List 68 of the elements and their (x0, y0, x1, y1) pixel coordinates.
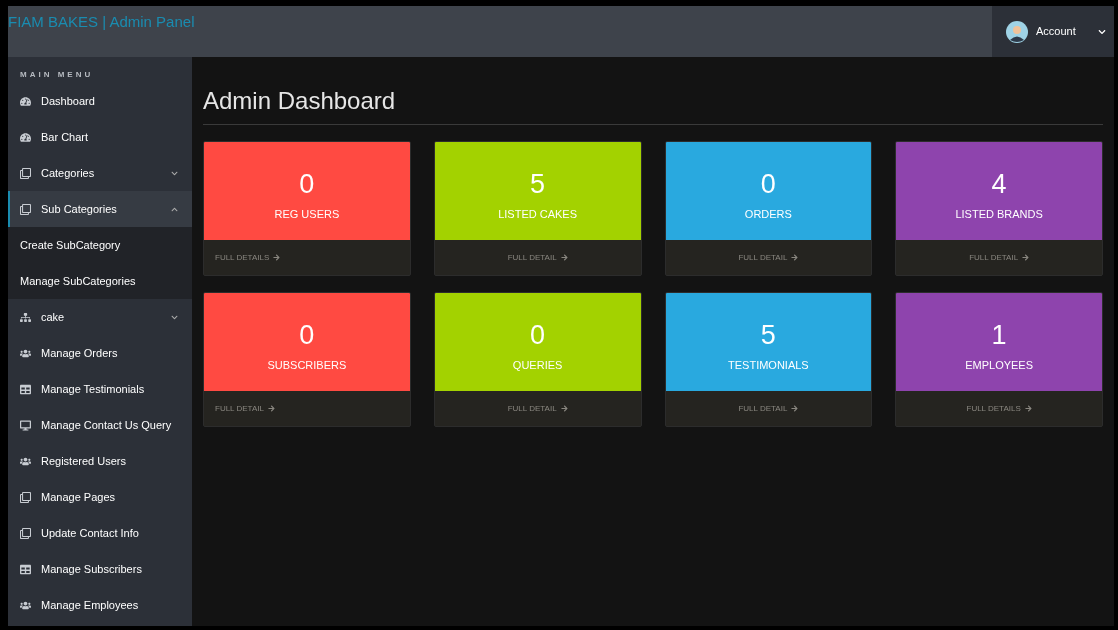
stat-label: EMPLOYEES (965, 358, 1034, 373)
sidebar-item[interactable]: Categories (8, 155, 192, 191)
sidebar-item[interactable]: Manage Contact Us Query (8, 407, 192, 443)
chevron-up-icon (171, 205, 178, 213)
copy-icon (20, 167, 31, 179)
stat-value: 0 (530, 319, 546, 351)
stat-label: LISTED BRANDS (955, 207, 1043, 222)
details-link[interactable]: FULL DETAIL (969, 251, 1030, 264)
sidebar-item[interactable]: Manage Subscribers (8, 551, 192, 587)
stat-label: QUERIES (512, 358, 563, 373)
stat-value: 1 (991, 319, 1007, 351)
sidebar-item[interactable]: Bar Chart (8, 119, 192, 155)
sidebar-item[interactable]: Manage Pages (8, 479, 192, 515)
stat-value: 0 (299, 168, 315, 200)
page-title: Admin Dashboard (203, 83, 1103, 125)
arrow-icon (267, 405, 275, 412)
sidebar-item[interactable]: Dashboard (8, 83, 192, 119)
stat-value: 5 (530, 168, 546, 200)
arrow-icon (273, 254, 281, 261)
copy-icon (20, 527, 31, 539)
details-link[interactable]: FULL DETAIL (215, 402, 275, 415)
stat-label: SUBSCRIBERS (267, 358, 347, 373)
stat-value: 5 (760, 319, 776, 351)
stat-label: LISTED CAKES (498, 207, 578, 222)
account-menu[interactable]: Account (992, 6, 1114, 57)
details-link[interactable]: FULL DETAILS (966, 402, 1032, 415)
submenu-item[interactable]: Create SubCategory (8, 227, 192, 263)
stat-label: TESTIMONIALS (728, 358, 809, 373)
details-link[interactable]: FULL DETAIL (507, 251, 568, 264)
sidebar-item[interactable]: Manage Employees (8, 587, 192, 623)
arrow-icon (1022, 254, 1030, 261)
sitemap-icon (20, 311, 31, 323)
chevron-down-icon (171, 313, 178, 321)
arrow-icon (791, 405, 799, 412)
users-icon (20, 347, 31, 359)
copy-icon (20, 203, 31, 215)
users-icon (20, 455, 31, 467)
table-icon (20, 563, 31, 575)
monitor-icon (20, 419, 31, 431)
sidebar-item[interactable]: Update Contact Info (8, 515, 192, 551)
details-link[interactable]: FULL DETAILS (215, 251, 281, 264)
copy-icon (20, 491, 31, 503)
avatar-icon (1006, 20, 1028, 43)
gauge-icon (20, 95, 31, 107)
arrow-icon (560, 254, 568, 261)
stat-label: ORDERS (744, 207, 792, 222)
caret-icon (1098, 27, 1106, 36)
details-link[interactable]: FULL DETAIL (507, 402, 568, 415)
gauge-icon (20, 131, 31, 143)
sidebar-item[interactable]: Registered Users (8, 443, 192, 479)
sidebar-item[interactable]: Manage Orders (8, 335, 192, 371)
chevron-down-icon (171, 169, 178, 177)
users-icon (20, 599, 31, 611)
arrow-icon (1024, 405, 1032, 412)
arrow-icon (560, 405, 568, 412)
stat-label: REG USERS (274, 207, 340, 222)
table-icon (20, 383, 31, 395)
arrow-icon (791, 254, 799, 261)
submenu-item[interactable]: Manage SubCategories (8, 263, 192, 299)
menu-heading: MAIN MENU (19, 69, 95, 81)
sidebar-item[interactable]: cake (8, 299, 192, 335)
sidebar-item[interactable]: Sub Categories (8, 191, 192, 227)
stat-value: 0 (760, 168, 776, 200)
details-link[interactable]: FULL DETAIL (738, 251, 799, 264)
sidebar-item[interactable]: Manage Testimonials (8, 371, 192, 407)
stat-value: 0 (299, 319, 315, 351)
stat-value: 4 (991, 168, 1007, 200)
details-link[interactable]: FULL DETAIL (738, 402, 799, 415)
